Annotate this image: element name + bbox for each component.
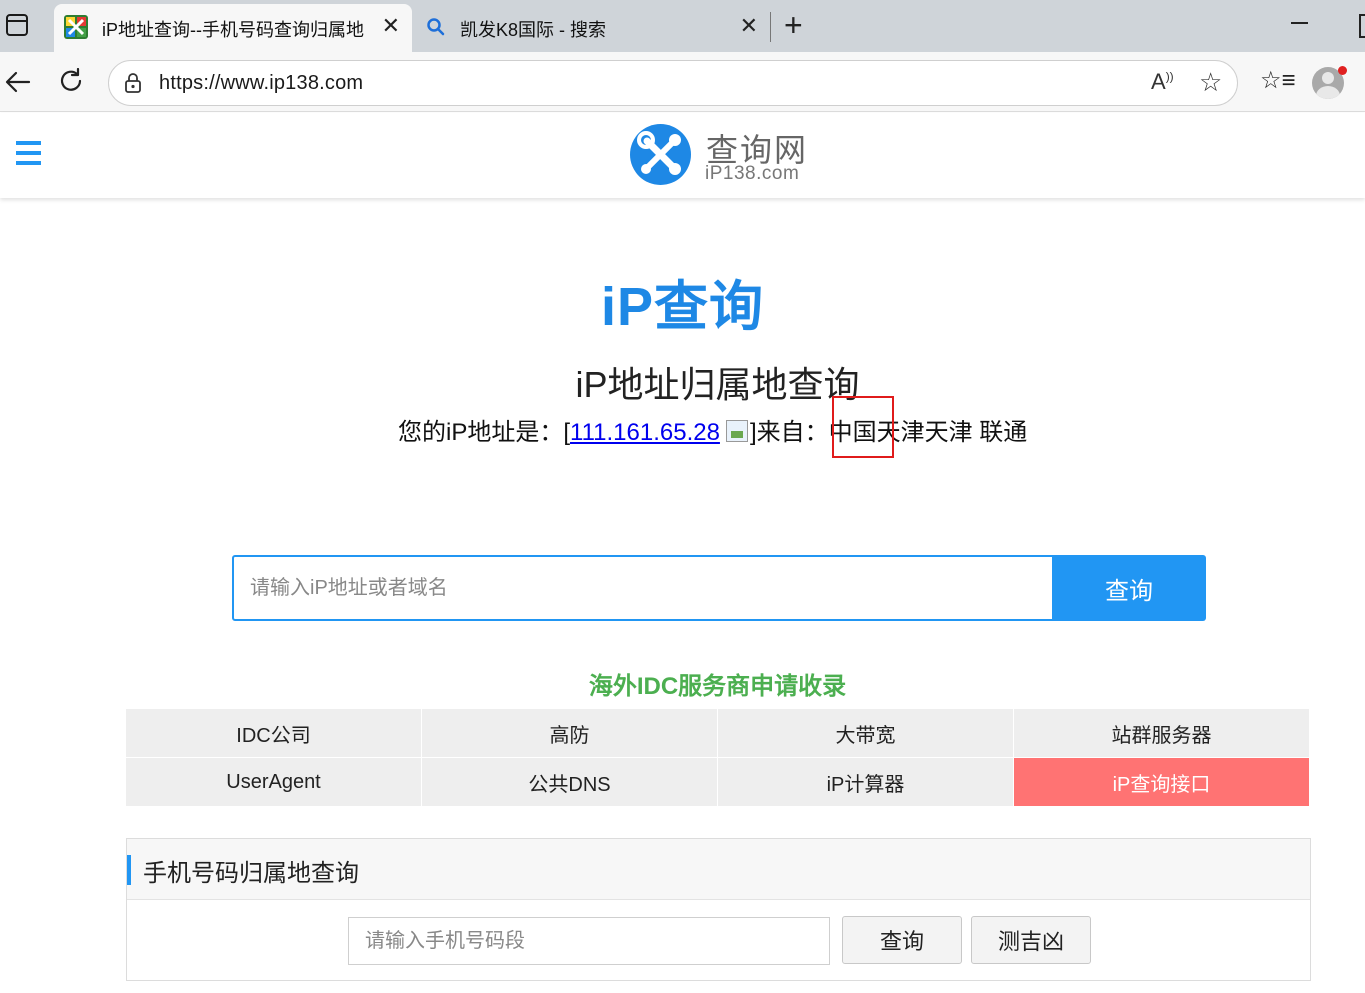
header-accent-bar: [127, 855, 131, 885]
link-idc-company[interactable]: IDC公司: [126, 709, 421, 757]
phone-lookup-panel: 手机号码归属地查询 查询 测吉凶: [126, 838, 1311, 981]
maximize-icon[interactable]: [1359, 14, 1365, 38]
link-ddos-protection[interactable]: 高防: [422, 709, 717, 757]
idc-title-link[interactable]: 海外IDC服务商申请收录: [0, 666, 1365, 701]
browser-tab-bar: iP地址查询--手机号码查询归属地 ✕ 凯发K8国际 - 搜索 ✕ +: [0, 0, 1365, 52]
phone-number-input[interactable]: [348, 917, 830, 965]
logo-domain[interactable]: iP138.com: [705, 163, 799, 185]
link-bandwidth[interactable]: 大带宽: [718, 709, 1013, 757]
tools-logo-icon[interactable]: [630, 124, 691, 185]
ip138-favicon-icon: [64, 15, 88, 39]
tab-ip138[interactable]: iP地址查询--手机号码查询归属地 ✕: [54, 4, 412, 52]
browser-toolbar: https://www.ip138.com A)) ☆: [0, 52, 1365, 112]
broken-image-icon: [725, 420, 748, 442]
idc-link-grid: IDC公司 高防 大带宽 站群服务器 UserAgent 公共DNS iP计算器…: [126, 709, 1310, 806]
back-arrow-icon[interactable]: [4, 68, 32, 96]
url-text[interactable]: https://www.ip138.com: [159, 72, 363, 95]
favorite-star-icon[interactable]: ☆: [1199, 67, 1222, 98]
tab-actions-icon[interactable]: [6, 14, 28, 36]
ip-from-label: ]来自：: [749, 419, 829, 446]
link-site-cluster-server[interactable]: 站群服务器: [1014, 709, 1309, 757]
site-header: 查询网 iP138.com: [0, 113, 1365, 198]
address-bar[interactable]: https://www.ip138.com A)) ☆: [108, 60, 1238, 106]
phone-fortune-button[interactable]: 测吉凶: [971, 916, 1091, 964]
ip-search-button[interactable]: 查询: [1052, 555, 1206, 621]
ip-prefix: 您的iP地址是：[: [398, 419, 571, 446]
lock-icon[interactable]: [125, 73, 141, 93]
ip-search-input[interactable]: [234, 557, 1052, 619]
refresh-icon[interactable]: [58, 68, 84, 94]
tab-search[interactable]: 凯发K8国际 - 搜索 ✕: [414, 4, 770, 52]
link-ip-api[interactable]: iP查询接口: [1014, 758, 1309, 806]
ip-search-form: 查询: [232, 555, 1206, 621]
link-public-dns[interactable]: 公共DNS: [422, 758, 717, 806]
link-useragent[interactable]: UserAgent: [126, 758, 421, 806]
minimize-icon[interactable]: [1291, 22, 1308, 24]
phone-query-button[interactable]: 查询: [842, 916, 962, 964]
close-tab-icon[interactable]: ✕: [382, 14, 400, 38]
tab-title: 凯发K8国际 - 搜索: [460, 20, 607, 40]
notification-dot: [1338, 66, 1347, 75]
ip-address-link[interactable]: 111.161.65.28: [570, 419, 720, 446]
new-tab-icon[interactable]: +: [784, 8, 803, 42]
ip-info-line: 您的iP地址是：[111.161.65.28]来自：中国天津天津 联通: [398, 412, 1027, 447]
tab-divider: [770, 12, 771, 42]
phone-lookup-header: 手机号码归属地查询: [127, 839, 1310, 900]
highlight-box: [832, 396, 894, 458]
link-ip-calculator[interactable]: iP计算器: [718, 758, 1013, 806]
page-subtitle: iP地址归属地查询: [575, 364, 860, 405]
hero-title: iP查询: [600, 277, 765, 337]
tab-title: iP地址查询--手机号码查询归属地: [102, 20, 364, 40]
phone-lookup-title: 手机号码归属地查询: [143, 860, 359, 887]
close-tab-icon[interactable]: ✕: [740, 14, 758, 38]
favorites-icon[interactable]: ☆≡: [1260, 66, 1296, 95]
search-icon: [427, 18, 445, 36]
read-aloud-icon[interactable]: A)): [1151, 69, 1174, 95]
hamburger-menu-icon[interactable]: [16, 141, 41, 169]
